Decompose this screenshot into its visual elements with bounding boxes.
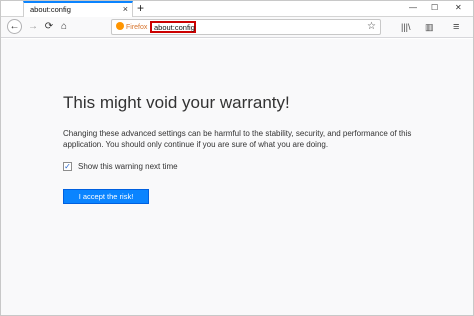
tab-title: about:config — [30, 5, 71, 14]
warning-title: This might void your warranty! — [63, 93, 290, 112]
browser-window: about:config × + — ☐ ✕ ← → ⟳ ⌂ Firefox a… — [0, 0, 474, 316]
identity-label: Firefox — [126, 24, 148, 31]
new-tab-icon[interactable]: + — [137, 1, 144, 15]
tab-about-config[interactable]: about:config × — [23, 1, 133, 18]
warning-description: Changing these advanced settings can be … — [63, 129, 412, 149]
firefox-icon — [116, 22, 124, 30]
identity-box[interactable]: Firefox — [116, 22, 147, 31]
home-icon[interactable]: ⌂ — [57, 20, 71, 34]
back-arrow-icon[interactable]: ← — [7, 19, 22, 34]
sidebar-icon[interactable]: ▥ — [425, 20, 434, 34]
tab-strip: about:config × + — ☐ ✕ — [1, 1, 473, 18]
close-window-icon[interactable]: ✕ — [455, 3, 462, 13]
minimize-icon[interactable]: — — [409, 3, 417, 13]
url-input[interactable]: about:config — [150, 21, 196, 33]
show-warning-checkbox[interactable]: ✓ — [63, 162, 72, 171]
show-warning-label[interactable]: Show this warning next time — [78, 162, 178, 171]
reload-icon[interactable]: ⟳ — [42, 20, 56, 34]
hamburger-menu-icon[interactable]: ≡ — [453, 20, 459, 34]
bookmark-star-icon[interactable]: ☆ — [367, 20, 376, 34]
page-content: This might void your warranty! Changing … — [1, 39, 473, 315]
url-bar[interactable]: Firefox about:config ☆ — [111, 19, 381, 35]
maximize-icon[interactable]: ☐ — [431, 3, 438, 13]
nav-toolbar: ← → ⟳ ⌂ Firefox about:config ☆ |||\ ▥ ≡ — [1, 17, 473, 38]
accept-risk-button[interactable]: I accept the risk! — [63, 189, 149, 204]
close-tab-icon[interactable]: × — [123, 4, 128, 14]
forward-arrow-icon[interactable]: → — [26, 20, 40, 34]
library-icon[interactable]: |||\ — [401, 20, 411, 34]
